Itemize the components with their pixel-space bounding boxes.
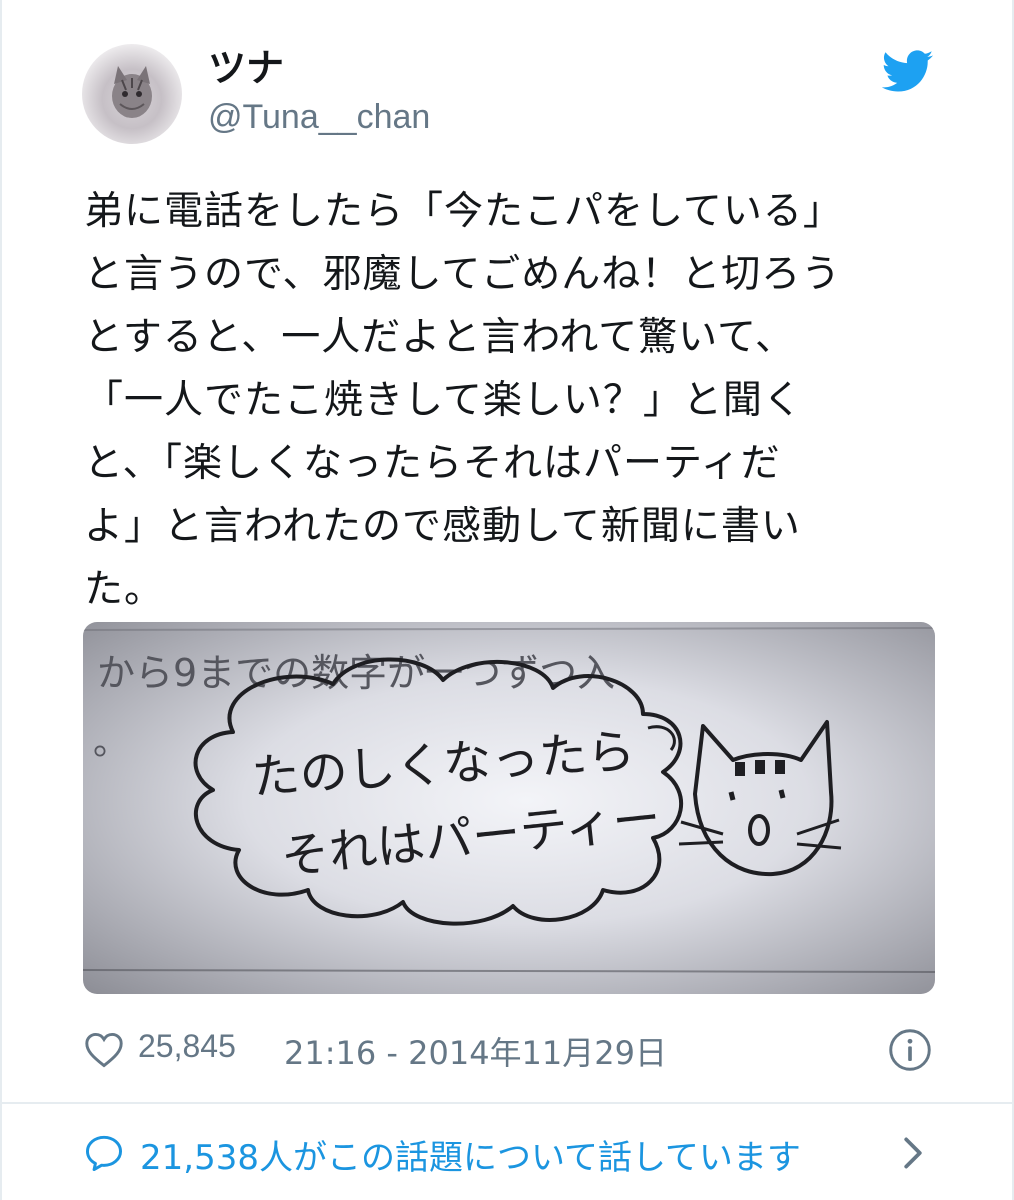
- cat-drawing: [678, 720, 842, 877]
- speech-bubble-icon: [85, 1135, 123, 1172]
- tweet-text-line: と言うので、邪魔してごめんね！と切ろう: [84, 252, 842, 297]
- timestamp[interactable]: 21:16 - 2014年11月29日: [284, 1028, 667, 1074]
- info-icon[interactable]: [888, 1028, 932, 1072]
- tweet-text-line: とすると、一人だよと言われて驚いて、: [84, 315, 796, 360]
- tweet-text-line: 弟に電話をしたら「今たこパをしている」: [84, 189, 843, 234]
- conversation-link[interactable]: 21,538人がこの話題について話しています: [84, 1124, 944, 1180]
- printed-worksheet-text-2: 。: [93, 722, 129, 763]
- tweet-text-line: よ」と言われたので感動して新聞に書い: [84, 504, 801, 549]
- conversation-count-text[interactable]: 21,538人がこの話題について話しています: [140, 1130, 801, 1179]
- handwritten-note-image: から9までの数字が一つずつ入 。 たのしくなったら それはパーティー: [83, 627, 935, 973]
- tweet-text-line: た。: [84, 567, 165, 612]
- tweet-photo[interactable]: から9までの数字が一つずつ入 。 たのしくなったら それはパーティー: [83, 622, 935, 994]
- tweet-text-line: 「一人でたこ焼きして楽しい？」と聞く: [84, 378, 803, 423]
- divider: [2, 1102, 1012, 1104]
- heart-icon[interactable]: [84, 1032, 124, 1068]
- chevron-right-icon[interactable]: [902, 1136, 924, 1170]
- user-handle[interactable]: @Tuna__chan: [208, 96, 430, 138]
- tweet-meta: 25,845 21:16 - 2014年11月29日: [84, 1024, 944, 1074]
- tweet-text-line: と、「楽しくなったらそれはパーティだ: [84, 441, 781, 486]
- avatar[interactable]: [82, 44, 182, 144]
- twitter-bird-icon[interactable]: [882, 50, 934, 94]
- handwriting-line-2: それはパーティー: [278, 790, 663, 886]
- cat-avatar-icon: [112, 66, 152, 118]
- display-name[interactable]: ツナ: [208, 44, 284, 92]
- like-count[interactable]: 25,845: [138, 1028, 236, 1065]
- tweet-card: ツナ @Tuna__chan 弟に電話をしたら「今たこパをしている」 と言うので…: [0, 0, 1014, 1200]
- tweet-text: 弟に電話をしたら「今たこパをしている」 と言うので、邪魔してごめんね！と切ろう …: [84, 180, 944, 621]
- handwriting-line-1: たのしくなったら: [250, 723, 637, 806]
